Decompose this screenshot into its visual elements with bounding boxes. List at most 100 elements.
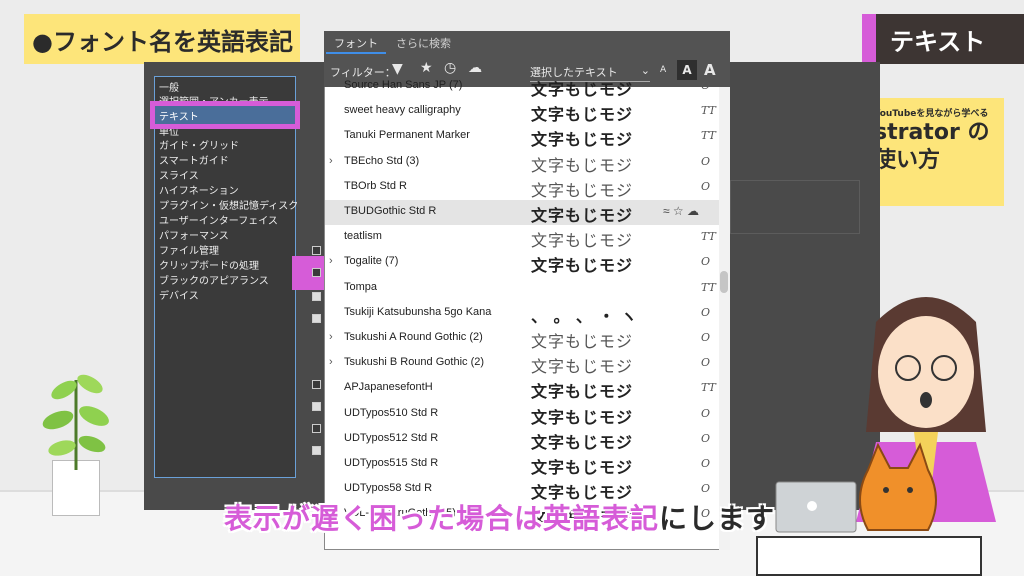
pref-checkbox[interactable]: [312, 424, 321, 433]
subtitle-tail: にします: [659, 502, 776, 535]
font-sample: 文字もじモジ: [531, 82, 634, 99]
plant-leaves: [42, 374, 109, 470]
font-sample: 文字もじモジ: [531, 233, 634, 251]
font-name: TBEcho Std (3): [344, 154, 420, 167]
pref-item-performance[interactable]: パフォーマンス: [159, 227, 229, 242]
font-type-icon: O: [701, 154, 711, 168]
tab-fonts[interactable]: フォント: [334, 35, 378, 51]
pref-item-black-appearance[interactable]: ブラックのアピアランス: [159, 272, 269, 287]
pref-item-smart-guides[interactable]: スマートガイド: [159, 152, 229, 167]
font-name: Source Han Sans JP (7): [344, 79, 463, 91]
subtitle-caption: 表示が遅く困った場合は英語表記にします: [224, 497, 775, 537]
font-sample: 、 。 、 ・ ヽ: [531, 308, 638, 326]
font-name: Tompa: [344, 280, 378, 293]
tab-more-search[interactable]: さらに検索: [396, 35, 451, 51]
font-name: teatlism: [344, 230, 382, 243]
scrollbar-thumb[interactable]: [720, 271, 728, 293]
promo-small: YouTubeを見ながら学べる: [874, 109, 989, 119]
font-type-icon: O: [701, 356, 711, 370]
pref-checkbox[interactable]: [312, 246, 321, 255]
font-sample: 文字もじモジ: [531, 157, 634, 175]
topic-tag: テキスト: [862, 14, 1024, 64]
pref-item-text-label: テキスト: [159, 112, 199, 123]
font-name: UDTypos515 Std R: [344, 457, 439, 469]
font-type-icon: TT: [701, 104, 716, 118]
font-type-icon: O: [701, 305, 711, 319]
pref-item-guides[interactable]: ガイド・グリッド: [159, 137, 239, 152]
font-type-icon: O: [701, 457, 711, 470]
pref-item-hyphenation[interactable]: ハイフネーション: [159, 182, 239, 197]
cat-mascot: [859, 442, 937, 531]
pref-item-plugins[interactable]: プラグイン・仮想記憶ディスク: [159, 197, 298, 212]
pref-checkbox[interactable]: [312, 268, 321, 277]
pref-checkbox[interactable]: [312, 314, 321, 323]
font-sample: 文字もじモジ: [531, 182, 634, 200]
font-row[interactable]: › Source Han Sans JP (7) 文字もじモジ O: [325, 74, 719, 99]
pref-item-slices[interactable]: スライス: [159, 167, 199, 182]
font-row[interactable]: teatlism 文字もじモジ TT: [325, 225, 719, 250]
font-name: UDTypos512 Std R: [344, 431, 439, 444]
font-name: Tsukushi B Round Gothic (2): [344, 356, 485, 369]
promo-card: YouTubeを見ながら学べる strator の 使い方: [870, 98, 1004, 206]
font-row[interactable]: › Tsukushi B Round Gothic (2) 文字もじモジ O: [325, 351, 719, 376]
pref-checkbox[interactable]: [312, 402, 321, 411]
expand-chevron-icon[interactable]: ›: [329, 331, 333, 343]
font-sample: 文字もじモジ: [531, 208, 634, 225]
checkbox-highlight: [292, 256, 328, 290]
font-row[interactable]: UDTypos515 Std R 文字もじモジ O: [325, 452, 719, 477]
font-type-icon: TT: [701, 129, 716, 143]
font-sample: 文字もじモジ: [531, 334, 634, 351]
expand-chevron-icon[interactable]: ›: [329, 155, 333, 167]
font-row[interactable]: Tanuki Permanent Marker 文字もじモジ TT: [325, 124, 719, 149]
expand-chevron-icon[interactable]: ›: [329, 255, 333, 267]
pref-item-text-selected[interactable]: テキスト: [150, 101, 300, 129]
font-row[interactable]: sweet heavy calligraphy 文字もじモジ TT: [325, 99, 719, 124]
font-type-icon: O: [701, 179, 711, 193]
font-row[interactable]: Tompa TT: [325, 276, 719, 301]
font-type-icon: O: [701, 482, 711, 496]
pref-item-devices[interactable]: デバイス: [159, 287, 199, 302]
subtitle-highlight: 表示が遅く困った場合は英語表記: [224, 502, 660, 535]
pref-item-general[interactable]: 一般: [159, 79, 179, 94]
pref-checkbox[interactable]: [312, 446, 321, 455]
font-row[interactable]: UDTypos510 Std R 文字もじモジ O: [325, 402, 719, 427]
pref-item-ui[interactable]: ユーザーインターフェイス: [159, 212, 278, 227]
font-sample: 文字もじモジ: [531, 258, 634, 276]
font-row[interactable]: › Togalite (7) 文字もじモジ O: [325, 250, 719, 275]
font-list-scrollbar[interactable]: [719, 87, 730, 550]
font-name: TBUDGothic Std R: [344, 205, 437, 217]
font-name: Tanuki Permanent Marker: [344, 129, 470, 142]
font-type-icon: O: [701, 79, 711, 92]
font-name: Tsukiji Katsubunsha 5go Kana: [344, 305, 492, 318]
font-row-actions[interactable]: ≈ ☆ ☁: [663, 204, 699, 218]
font-type-icon: TT: [701, 230, 716, 244]
font-sample: 文字もじモジ: [531, 460, 634, 477]
font-row[interactable]: Tsukiji Katsubunsha 5go Kana 、 。 、 ・ ヽ O: [325, 301, 719, 326]
font-type-icon: O: [701, 255, 711, 269]
font-name: Togalite (7): [344, 255, 399, 268]
font-row[interactable]: APJapanesefontH 文字もじモジ TT: [325, 376, 719, 401]
font-row[interactable]: UDTypos512 Std R 文字もじモジ O: [325, 427, 719, 452]
font-row[interactable]: › TBEcho Std (3) 文字もじモジ O: [325, 150, 719, 175]
desk: [756, 536, 982, 576]
font-sample: 文字もじモジ: [531, 409, 634, 427]
font-row[interactable]: TBUDGothic Std R 文字もじモジ ≈ ☆ ☁: [325, 200, 719, 225]
expand-chevron-icon[interactable]: ›: [329, 79, 333, 91]
pref-item-file-handling[interactable]: ファイル管理: [159, 242, 219, 257]
pref-item-clipboard[interactable]: クリップボードの処理: [159, 257, 259, 272]
pref-checkbox[interactable]: [312, 380, 321, 389]
promo-line2: 使い方: [874, 148, 941, 173]
active-tab-indicator: [326, 52, 386, 54]
pref-checkbox[interactable]: [312, 292, 321, 301]
font-type-icon: O: [701, 406, 711, 420]
font-name: UDTypos510 Std R: [344, 406, 439, 419]
font-type-icon: TT: [701, 280, 716, 294]
preferences-category-list: 一般 選択範囲・アンカー表示 単位 ガイド・グリッド スマートガイド スライス …: [154, 76, 298, 478]
topic-tag-label: テキスト: [890, 27, 986, 56]
font-name: APJapanesefontH: [344, 381, 433, 394]
font-row[interactable]: › Tsukushi A Round Gothic (2) 文字もじモジ O: [325, 326, 719, 351]
font-row[interactable]: TBOrb Std R 文字もじモジ O: [325, 175, 719, 200]
font-type-icon: TT: [701, 381, 716, 395]
expand-chevron-icon[interactable]: ›: [329, 356, 333, 368]
font-sample: 文字もじモジ: [531, 359, 634, 377]
